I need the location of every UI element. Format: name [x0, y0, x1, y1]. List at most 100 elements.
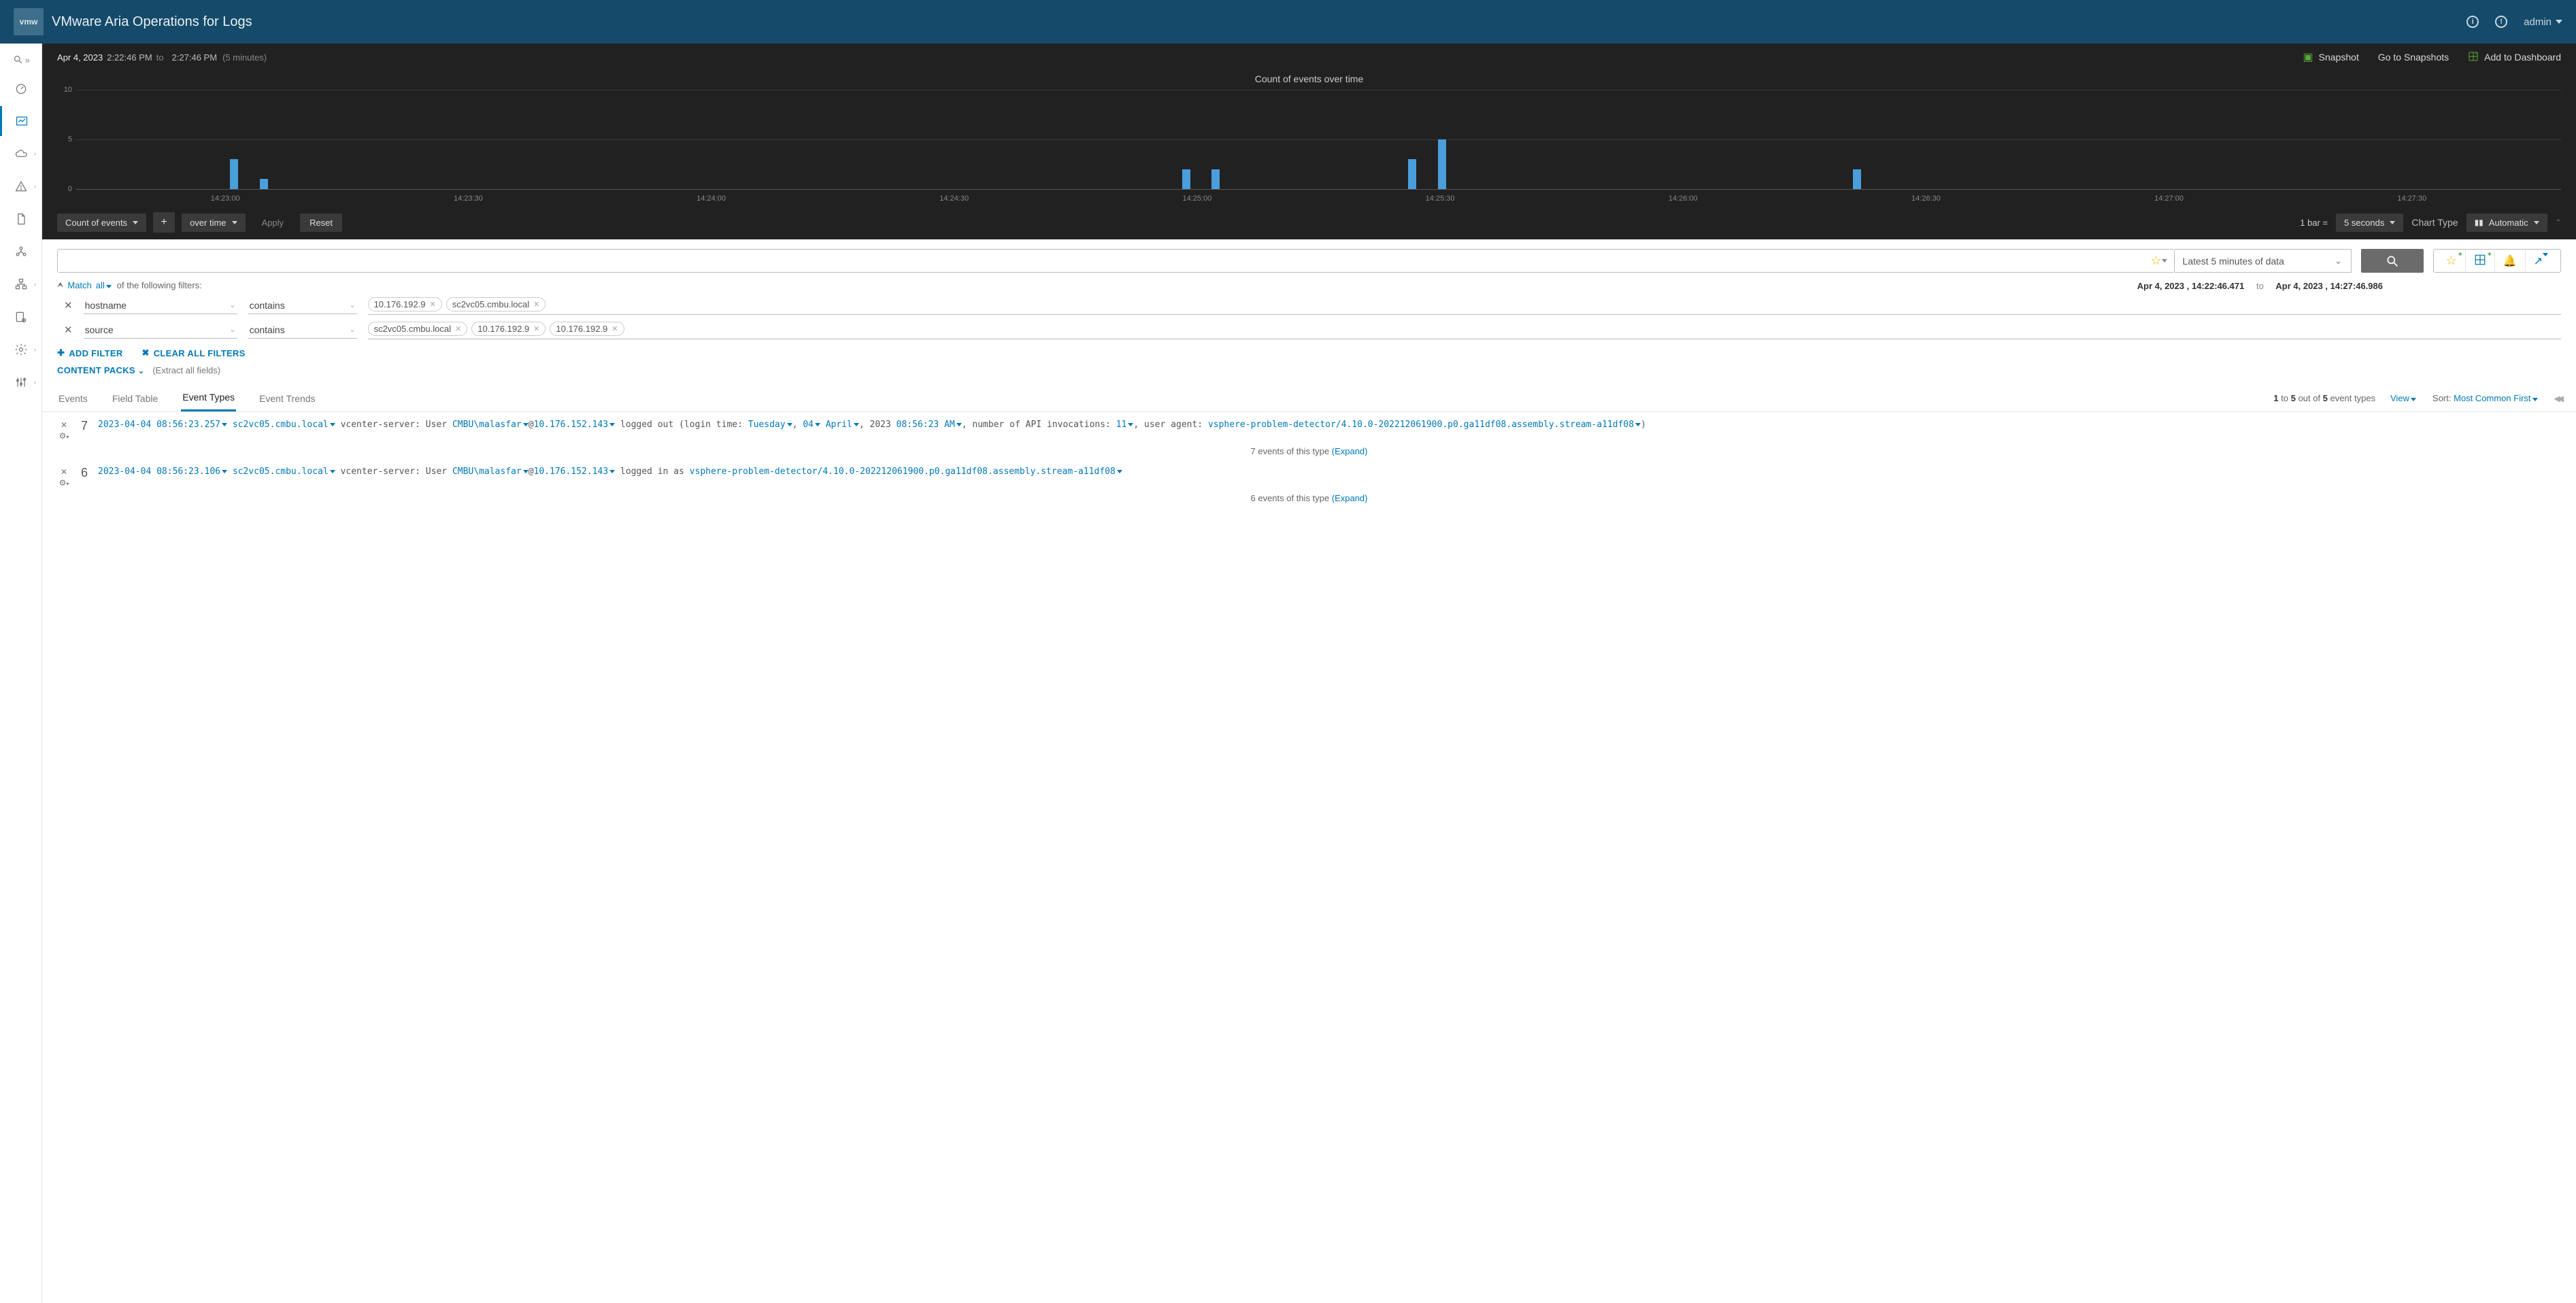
sidebar-item-cloud[interactable]: › [0, 139, 41, 169]
query-input[interactable] [58, 250, 2143, 272]
filter-value-pill[interactable]: 10.176.192.9 ✕ [368, 297, 442, 311]
collapse-right-icon[interactable]: ◀◀ [2554, 394, 2561, 403]
sidebar-item-sliders[interactable]: › [0, 367, 41, 397]
dashboard-add-icon: + [2468, 51, 2479, 64]
timestamp-token[interactable]: 2023-04-04 08:56:23.106 [98, 467, 227, 477]
add-filter-button[interactable]: ✚ADD FILTER [57, 348, 123, 358]
snapshot-button[interactable]: ▣ Snapshot [2303, 50, 2359, 64]
query-input-wrap: ☆ [57, 249, 2175, 273]
remove-pill-icon[interactable]: ✕ [429, 300, 435, 309]
sidebar-item-device[interactable] [0, 302, 41, 332]
chart-bar[interactable] [260, 179, 268, 189]
filter-value-pill[interactable]: sc2vc05.cmbu.local ✕ [446, 297, 546, 311]
sidebar-item-topology[interactable] [0, 237, 41, 267]
remove-filter-button[interactable]: ✕ [64, 299, 73, 311]
filter-operator-selector[interactable]: contains⌄ [248, 322, 357, 339]
sidebar-item-settings[interactable]: › [0, 335, 41, 365]
agent-token[interactable]: vsphere-problem-detector/4.10.0-20221206… [1208, 420, 1641, 430]
filter-value-pill[interactable]: 10.176.192.9 ✕ [550, 322, 624, 336]
time-range-selector[interactable]: Latest 5 minutes of data ⌄ [2175, 249, 2352, 273]
events-chart[interactable]: 0510 14:23:0014:23:3014:24:0014:24:3014:… [57, 90, 2561, 205]
filter-value-pill[interactable]: 10.176.192.9 ✕ [471, 322, 546, 336]
content-packs-button[interactable]: CONTENT PACKS ⌄ [57, 365, 144, 375]
collapse-filters-icon[interactable]: ⮝ [57, 281, 63, 290]
host-token[interactable]: sc2vc05.cmbu.local [233, 420, 335, 430]
chart-bar[interactable] [1408, 159, 1416, 189]
add-metric-button[interactable]: + [153, 212, 175, 233]
ip-token[interactable]: 10.176.152.143 [534, 467, 616, 477]
chart-type-selector[interactable]: ▮▮ Automatic [2466, 214, 2547, 232]
sidebar-item-explore[interactable] [0, 106, 41, 136]
alert-info-icon[interactable]: ! [2495, 16, 2507, 28]
bar-size-selector[interactable]: 5 seconds [2336, 214, 2403, 232]
remove-pill-icon[interactable]: ✕ [533, 324, 539, 333]
user-menu[interactable]: admin [2524, 16, 2562, 28]
add-favorite-button[interactable]: ☆+ [2438, 250, 2465, 272]
timestamp-token[interactable]: 2023-04-04 08:56:23.257 [98, 420, 227, 430]
sidebar-pin-toggle[interactable]: ⚲ » [0, 49, 41, 71]
metric-label: Count of events [65, 218, 127, 228]
clear-filters-button[interactable]: ✖CLEAR ALL FILTERS [142, 348, 246, 358]
remove-pill-icon[interactable]: ✕ [533, 300, 539, 309]
dom-token[interactable]: 04 [803, 420, 820, 430]
filter-values[interactable]: sc2vc05.cmbu.local ✕10.176.192.9 ✕10.176… [368, 320, 2561, 339]
filter-values[interactable]: 10.176.192.9 ✕ sc2vc05.cmbu.local ✕ [368, 296, 2561, 315]
remove-pill-icon[interactable]: ✕ [455, 324, 461, 333]
month-token[interactable]: April [826, 420, 859, 430]
chart-bar[interactable] [1182, 169, 1190, 189]
tab-event-types[interactable]: Event Types [181, 385, 236, 411]
agent-token[interactable]: vsphere-problem-detector/4.10.0-20221206… [690, 467, 1122, 477]
time-token[interactable]: 08:56:23 AM [897, 420, 962, 430]
tab-field-table[interactable]: Field Table [111, 386, 159, 411]
favorite-query-button[interactable]: ☆ [2143, 250, 2173, 272]
match-mode-selector[interactable]: all [96, 280, 113, 290]
chevron-right-icon: › [34, 379, 36, 386]
group-by-selector[interactable]: over time [182, 214, 245, 232]
reset-button[interactable]: Reset [300, 214, 342, 232]
tab-events[interactable]: Events [57, 386, 89, 411]
main-content: Apr 4, 2023 2:22:46 PM to 2:27:46 PM (5 … [42, 44, 2576, 1303]
filter-row: ✕ hostname⌄ contains⌄ 10.176.192.9 ✕ sc2vc05… [57, 296, 2561, 315]
sidebar-item-alerts[interactable]: › [0, 171, 41, 201]
chart-bar[interactable] [230, 159, 238, 189]
count-token[interactable]: 11 [1116, 420, 1134, 430]
dismiss-event-icon[interactable]: ✕ [61, 467, 67, 477]
chart-bar[interactable] [1211, 169, 1220, 189]
filter-operator-selector[interactable]: contains⌄ [248, 297, 357, 314]
goto-snapshots-link[interactable]: Go to Snapshots [2378, 52, 2449, 63]
apply-button[interactable]: Apply [252, 214, 294, 232]
chart-bar[interactable] [1853, 169, 1861, 189]
expand-link[interactable]: (Expand) [1332, 493, 1368, 503]
user-token[interactable]: CMBU\malasfar [452, 420, 529, 430]
user-token[interactable]: CMBU\malasfar [452, 467, 529, 477]
sort-control[interactable]: Sort: Most Common First [2432, 393, 2539, 403]
search-button[interactable] [2361, 249, 2424, 273]
event-gear-icon[interactable]: ⚙▾ [59, 431, 69, 441]
sidebar-item-document[interactable] [0, 204, 41, 234]
query-panel: Apr 4, 2023 2:22:46 PM to 2:27:46 PM (5 … [42, 44, 2576, 239]
remove-filter-button[interactable]: ✕ [64, 324, 73, 336]
chart-bar[interactable] [1438, 139, 1446, 189]
expand-link[interactable]: (Expand) [1332, 446, 1368, 456]
event-gear-icon[interactable]: ⚙▾ [59, 478, 69, 488]
from-time: 2:22:46 PM [107, 52, 152, 63]
ip-token[interactable]: 10.176.152.143 [534, 420, 616, 430]
add-dashboard-icon-button[interactable]: + [2465, 250, 2494, 272]
info-icon[interactable]: i [2466, 16, 2479, 28]
filter-value-pill[interactable]: sc2vc05.cmbu.local ✕ [368, 322, 468, 336]
sidebar-item-dashboard[interactable] [0, 73, 41, 103]
view-menu[interactable]: View [2390, 393, 2418, 403]
create-alert-button[interactable]: 🔔 [2494, 250, 2525, 272]
tab-event-trends[interactable]: Event Trends [258, 386, 317, 411]
day-token[interactable]: Tuesday [748, 420, 792, 430]
collapse-chart-icon[interactable]: ⌃ [2556, 219, 2561, 226]
filter-field-selector[interactable]: source⌄ [84, 322, 237, 339]
filter-field-selector[interactable]: hostname⌄ [84, 297, 237, 314]
dismiss-event-icon[interactable]: ✕ [61, 420, 67, 430]
remove-pill-icon[interactable]: ✕ [612, 324, 618, 333]
add-to-dashboard-button[interactable]: + Add to Dashboard [2468, 51, 2561, 64]
share-button[interactable]: ↗ [2525, 250, 2556, 272]
metric-selector[interactable]: Count of events [57, 214, 146, 232]
sidebar-item-org[interactable]: › [0, 269, 41, 299]
host-token[interactable]: sc2vc05.cmbu.local [233, 467, 335, 477]
